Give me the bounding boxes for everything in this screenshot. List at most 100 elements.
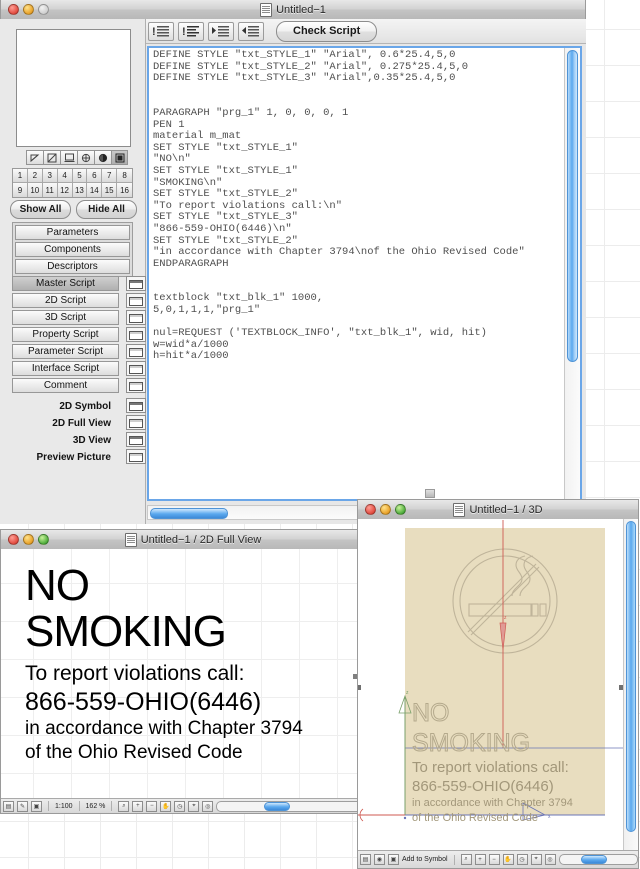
sidebar-item-2d-full-view[interactable]: 2D Full View: [12, 415, 146, 431]
sidebar-item-3d-script[interactable]: 3D Script: [12, 310, 146, 325]
components-button[interactable]: Components: [15, 242, 130, 257]
3d-scrollbar-thumb[interactable]: [626, 521, 636, 832]
zoom-fit-icon[interactable]: ⌕: [460, 854, 472, 865]
sidebar-item-2d-symbol[interactable]: 2D Symbol: [12, 398, 146, 414]
layer-number-1[interactable]: 1: [13, 169, 28, 183]
add-to-symbol-button[interactable]: Add to Symbol: [402, 856, 448, 863]
sidebar-item-2d-script[interactable]: 2D Script: [12, 293, 146, 308]
layer-number-13[interactable]: 13: [72, 183, 88, 197]
descriptors-button[interactable]: Descriptors: [15, 259, 130, 274]
layer-number-11[interactable]: 11: [42, 183, 58, 197]
minimize-button[interactable]: [23, 4, 34, 15]
preview-picture-view-icon[interactable]: [111, 150, 128, 165]
window-resize-handle[interactable]: [425, 489, 435, 498]
2d-drawing-canvas[interactable]: NO SMOKING To report violations call: 86…: [1, 549, 371, 798]
show-all-button[interactable]: Show All: [10, 200, 71, 219]
editor-scrollbar-thumb[interactable]: [567, 50, 578, 362]
3d-script-label[interactable]: 3D Script: [12, 310, 119, 325]
layer-number-8[interactable]: 8: [117, 169, 132, 183]
2d-symbol-view-icon[interactable]: [26, 150, 43, 165]
sidebar-item-property-script[interactable]: Property Script: [12, 327, 146, 342]
zoom-original-icon[interactable]: ◎: [202, 800, 214, 812]
interface-script-window-icon[interactable]: [126, 361, 146, 376]
indent-right-icon[interactable]: [208, 21, 234, 41]
layer-number-15[interactable]: 15: [102, 183, 118, 197]
layer-number-9[interactable]: 9: [13, 183, 28, 197]
3d-projection-icon[interactable]: ▣: [388, 854, 399, 865]
zoom-in-icon[interactable]: +: [474, 854, 486, 865]
3d-vertical-scrollbar[interactable]: [623, 519, 638, 850]
close-button[interactable]: [8, 534, 19, 545]
sidebar-item-comment[interactable]: Comment: [12, 378, 146, 393]
indent-left-icon[interactable]: [238, 21, 264, 41]
zoom-next-icon[interactable]: ⌖: [530, 854, 542, 865]
3d-window-controls[interactable]: [365, 504, 406, 515]
3d-front-view-icon[interactable]: [60, 150, 77, 165]
zoom-out-icon[interactable]: −: [146, 800, 158, 812]
zoom-previous-icon[interactable]: ◷: [516, 854, 528, 865]
selection-handle[interactable]: [358, 685, 361, 690]
comment-label[interactable]: Comment: [12, 378, 119, 393]
pan-icon[interactable]: ✋: [160, 800, 172, 812]
layer-number-6[interactable]: 6: [87, 169, 103, 183]
check-script-button[interactable]: Check Script: [276, 20, 378, 42]
3d-sign-plate[interactable]: z x z y NO SMOKING To report violations …: [358, 520, 624, 824]
orbit-icon[interactable]: ✋: [502, 854, 514, 865]
3d-titlebar[interactable]: Untitled−1 / 3D: [358, 500, 638, 520]
layer-number-10[interactable]: 10: [27, 183, 43, 197]
layer-number-3[interactable]: 3: [42, 169, 58, 183]
2d-full-view-window-icon[interactable]: [126, 415, 146, 430]
layer-number-7[interactable]: 7: [102, 169, 118, 183]
minimize-button[interactable]: [380, 504, 391, 515]
script-code-text[interactable]: DEFINE STYLE "txt_STYLE_1" "Arial", 0.6*…: [149, 48, 565, 499]
3d-wireframe-view-icon[interactable]: [77, 150, 94, 165]
layer-number-16[interactable]: 16: [117, 183, 132, 197]
3d-script-window-icon[interactable]: [126, 310, 146, 325]
3d-viewport[interactable]: z x z y NO SMOKING To report violations …: [358, 519, 624, 850]
comment-out-lines-icon[interactable]: !: [148, 21, 174, 41]
2d-symbol-window-icon[interactable]: [126, 398, 146, 413]
layer-number-5[interactable]: 5: [72, 169, 88, 183]
layer-settings-icon[interactable]: ▤: [3, 800, 14, 812]
layer-number-12[interactable]: 12: [57, 183, 73, 197]
zoom-button[interactable]: [38, 4, 49, 15]
3d-view-window-icon[interactable]: [126, 432, 146, 447]
script-window-titlebar[interactable]: Untitled−1: [0, 0, 586, 20]
interface-script-label[interactable]: Interface Script: [12, 361, 119, 376]
sign-text-block[interactable]: NO SMOKING To report violations call: 86…: [25, 563, 303, 765]
sidebar-item-master-script[interactable]: Master Script: [12, 276, 146, 291]
parameter-script-window-icon[interactable]: [126, 344, 146, 359]
2d-script-label[interactable]: 2D Script: [12, 293, 119, 308]
2d-hotspot-view-icon[interactable]: [43, 150, 60, 165]
preview-picture-window-icon[interactable]: [126, 449, 146, 464]
zoom-fit-icon[interactable]: ⌕: [118, 800, 130, 812]
parameter-script-label[interactable]: Parameter Script: [12, 344, 119, 359]
zoom-out-icon[interactable]: −: [488, 854, 500, 865]
editor-vertical-scrollbar[interactable]: [564, 48, 580, 499]
pen-settings-icon[interactable]: ✎: [17, 800, 28, 812]
editor-hscrollbar-thumb[interactable]: [150, 508, 228, 519]
zoom-value[interactable]: 162 %: [86, 803, 106, 810]
layer-number-4[interactable]: 4: [57, 169, 73, 183]
sidebar-item-parameter-script[interactable]: Parameter Script: [12, 344, 146, 359]
zoom-original-icon[interactable]: ◎: [544, 854, 556, 865]
full-view-titlebar[interactable]: Untitled−1 / 2D Full View: [1, 530, 385, 550]
code-editor[interactable]: DEFINE STYLE "txt_STYLE_1" "Arial", 0.6*…: [147, 46, 582, 501]
close-button[interactable]: [8, 4, 19, 15]
close-button[interactable]: [365, 504, 376, 515]
layer-number-2[interactable]: 2: [27, 169, 43, 183]
sidebar-item-interface-script[interactable]: Interface Script: [12, 361, 146, 376]
2d-script-window-icon[interactable]: [126, 293, 146, 308]
3d-horizontal-scrollbar[interactable]: [558, 854, 638, 865]
zoom-in-icon[interactable]: +: [132, 800, 144, 812]
minimize-button[interactable]: [23, 534, 34, 545]
parameters-button[interactable]: Parameters: [15, 225, 130, 240]
view-settings-icon[interactable]: ▣: [31, 800, 42, 812]
scale-value[interactable]: 1:100: [55, 803, 73, 810]
master-script-label[interactable]: Master Script: [12, 276, 119, 291]
zoom-previous-icon[interactable]: ◷: [174, 800, 186, 812]
master-script-window-icon[interactable]: [126, 276, 146, 291]
layer-number-14[interactable]: 14: [87, 183, 103, 197]
preview-picture-area[interactable]: [16, 29, 131, 147]
sidebar-item-preview-picture[interactable]: Preview Picture: [12, 449, 146, 465]
